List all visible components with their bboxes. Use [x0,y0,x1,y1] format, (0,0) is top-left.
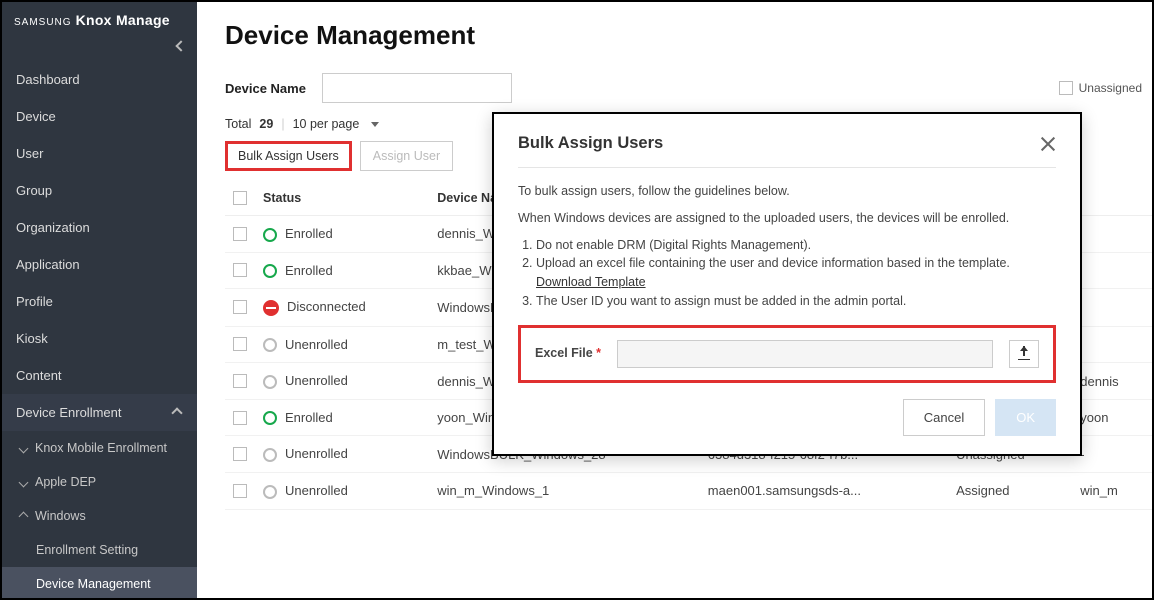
nav-application[interactable]: Application [2,246,197,283]
row-checkbox[interactable] [233,263,247,277]
sidebar: SAMSUNGKnox Manage Dashboard Device User… [2,2,197,598]
excel-file-label: Excel File * [535,344,601,363]
status-icon [263,338,277,352]
nav-group[interactable]: Group [2,172,197,209]
status-icon [263,448,277,462]
excel-file-row: Excel File * [518,325,1056,383]
row-checkbox[interactable] [233,447,247,461]
page-title: Device Management [225,20,1152,51]
modal-lead-2: When Windows devices are assigned to the… [518,209,1056,228]
chevron-down-icon [371,122,379,127]
nav-device-enrollment[interactable]: Device Enrollment [2,394,197,431]
nav-enrollment-setting[interactable]: Enrollment Setting [2,533,197,567]
nav-profile[interactable]: Profile [2,283,197,320]
nav-device[interactable]: Device [2,98,197,135]
modal-step-2: Upload an excel file containing the user… [536,254,1056,292]
row-checkbox[interactable] [233,374,247,388]
nav-kme[interactable]: Knox Mobile Enrollment [2,431,197,465]
nav-kiosk[interactable]: Kiosk [2,320,197,357]
unassigned-checkbox[interactable] [1059,81,1073,95]
close-icon[interactable] [1040,136,1056,152]
status-icon [263,228,277,242]
row-checkbox[interactable] [233,337,247,351]
nav-windows[interactable]: Windows [2,499,197,533]
bulk-assign-modal: Bulk Assign Users To bulk assign users, … [492,112,1082,456]
nav-apple-dep[interactable]: Apple DEP [2,465,197,499]
row-checkbox[interactable] [233,227,247,241]
upload-button[interactable] [1009,340,1039,368]
sidebar-collapse[interactable] [2,34,197,61]
modal-step-3: The User ID you want to assign must be a… [536,292,1056,311]
nav-content[interactable]: Content [2,357,197,394]
modal-lead-1: To bulk assign users, follow the guideli… [518,182,1056,201]
bulk-assign-users-button[interactable]: Bulk Assign Users [225,141,352,171]
row-checkbox[interactable] [233,411,247,425]
row-checkbox[interactable] [233,300,247,314]
download-template-link[interactable]: Download Template [536,275,646,289]
status-icon [263,264,277,278]
table-row[interactable]: Unenrolledwin_m_Windows_1maen001.samsung… [225,472,1152,509]
filter-bar: Device Name Unassigned [225,73,1152,103]
ok-button[interactable]: OK [995,399,1056,437]
nav-organization[interactable]: Organization [2,209,197,246]
unassigned-label: Unassigned [1079,81,1142,95]
per-page-select[interactable]: 10 per page [293,117,360,131]
chevron-down-icon [19,477,29,487]
select-all-checkbox[interactable] [233,191,247,205]
assign-user-button[interactable]: Assign User [360,141,453,171]
upload-icon [1018,348,1030,360]
modal-title: Bulk Assign Users [518,134,663,153]
status-icon [263,485,277,499]
brand-logo: SAMSUNGKnox Manage [2,2,197,34]
nav-user[interactable]: User [2,135,197,172]
chevron-down-icon [19,443,29,453]
status-icon [263,300,279,316]
status-icon [263,411,277,425]
row-checkbox[interactable] [233,484,247,498]
cancel-button[interactable]: Cancel [903,399,985,437]
nav-dashboard[interactable]: Dashboard [2,61,197,98]
col-status[interactable]: Status [255,181,429,216]
modal-step-1: Do not enable DRM (Digital Rights Manage… [536,236,1056,255]
excel-file-input[interactable] [617,340,993,368]
device-name-label: Device Name [225,81,306,96]
chevron-left-icon [175,40,186,51]
device-name-input[interactable] [322,73,512,103]
status-icon [263,375,277,389]
nav-device-management[interactable]: Device Management [2,567,197,600]
chevron-up-icon [19,511,29,521]
chevron-up-icon [171,407,182,418]
